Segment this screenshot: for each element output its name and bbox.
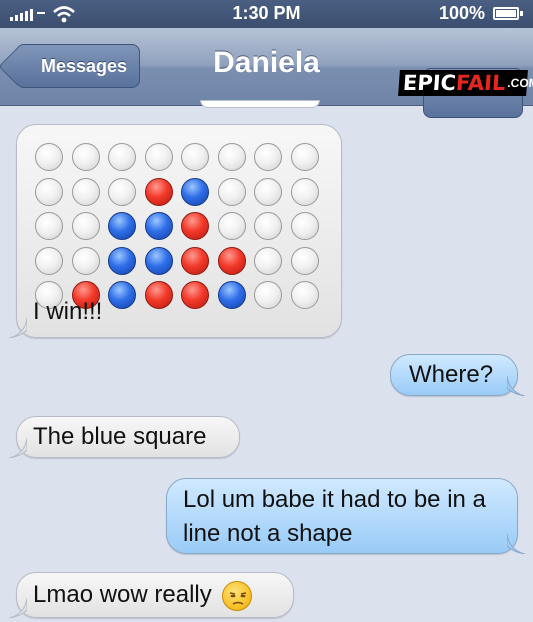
blue-disc [108,281,136,309]
red-disc [144,177,173,206]
empty-slot [35,246,63,275]
empty-slot [108,143,136,171]
empty-slot [71,177,100,206]
logo-dotcom-text: .COM [506,76,533,90]
empty-slot [181,143,209,171]
red-disc [181,281,209,309]
empty-slot [71,143,100,171]
message-text: The blue square [33,423,207,450]
battery-percentage: 100% [438,3,485,23]
epicfail-logo: EPIC FAIL .COM [398,70,533,96]
blue-disc [217,281,246,309]
previous-message-edge [200,100,320,108]
empty-slot [254,281,282,309]
empty-slot [35,177,63,206]
unamused-face-icon [222,580,253,611]
message-text: Where? [409,361,494,388]
message-bubble-outgoing[interactable]: Where? [390,354,525,396]
message-text: Lmao wow really [33,581,212,608]
empty-slot [217,177,246,206]
empty-slot [290,246,319,275]
empty-slot [71,246,100,275]
blue-disc [144,212,173,240]
empty-slot [290,281,319,309]
blue-disc [144,246,173,275]
battery-icon [493,7,523,20]
empty-slot [254,212,282,240]
message-text: I win!!! [33,298,103,325]
red-disc [217,246,246,275]
logo-epic-text: EPIC [402,71,457,95]
empty-slot [217,212,246,240]
blue-disc [181,177,209,206]
empty-slot [108,177,136,206]
red-disc [181,246,209,275]
message-bubble-incoming[interactable]: The blue square [9,416,240,458]
navigation-bar: Messages Daniela EPIC FAIL .COM [0,28,533,118]
empty-slot [35,143,63,171]
message-bubble-outgoing[interactable]: Lol um babe it had to be in a line not a… [166,478,525,554]
empty-slot [290,177,319,206]
red-disc [181,212,209,240]
empty-slot [290,143,319,171]
status-bar: 1:30 PM 100% [0,0,533,28]
empty-slot [254,177,282,206]
empty-slot [290,212,319,240]
empty-slot [144,143,173,171]
blue-disc [108,212,136,240]
blue-disc [108,246,136,275]
message-text: Lol um babe it had to be in a line not a… [183,486,486,547]
empty-slot [254,246,282,275]
empty-slot [254,143,282,171]
message-bubble-incoming[interactable]: Lmao wow really [9,572,294,618]
empty-slot [71,212,100,240]
message-thread[interactable]: I win!!! Where? The blue square Lol um b… [0,100,533,622]
empty-slot [217,143,246,171]
red-disc [144,281,173,309]
message-bubble-incoming[interactable]: I win!!! [9,124,342,338]
empty-slot [35,212,63,240]
logo-fail-text: FAIL [455,71,507,95]
